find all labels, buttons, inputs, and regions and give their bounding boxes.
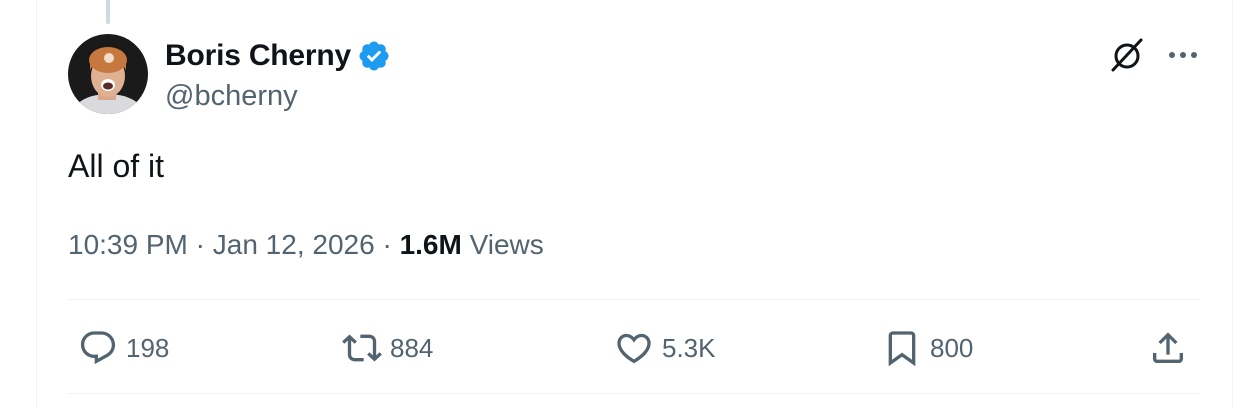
thread-connector-line: [106, 0, 110, 24]
share-button[interactable]: [1148, 322, 1188, 374]
post-metadata: 10:39 PM · Jan 12, 2026 · 1.6M Views: [68, 226, 544, 264]
bookmark-count: 800: [930, 333, 974, 363]
post-time[interactable]: 10:39 PM: [68, 229, 188, 260]
like-count: 5.3K: [662, 333, 716, 363]
like-button[interactable]: 5.3K: [614, 322, 716, 374]
reply-button[interactable]: 198: [78, 322, 169, 374]
author-name-row[interactable]: Boris Cherny: [165, 36, 391, 76]
repost-count: 884: [390, 333, 434, 363]
verified-badge-icon[interactable]: [357, 39, 391, 73]
post-text: All of it: [68, 148, 165, 184]
repost-button[interactable]: 884: [342, 322, 433, 374]
separator-dot: ·: [382, 229, 392, 260]
views-label: Views: [469, 229, 544, 260]
post-date[interactable]: Jan 12, 2026: [213, 229, 375, 260]
author-handle[interactable]: @bcherny: [165, 78, 298, 114]
author-display-name[interactable]: Boris Cherny: [165, 36, 351, 76]
bookmark-button[interactable]: 800: [882, 322, 973, 374]
timeline-border-left: [36, 0, 37, 408]
grok-icon[interactable]: [1108, 36, 1146, 74]
bookmark-icon: [888, 331, 916, 367]
reply-count: 198: [126, 333, 170, 363]
action-bar: 198 884 5.3K 800: [68, 322, 1200, 374]
heart-icon: [617, 333, 651, 364]
more-icon[interactable]: [1166, 40, 1200, 70]
repost-icon: [342, 334, 382, 362]
divider: [68, 299, 1200, 300]
separator-dot: ·: [195, 229, 205, 260]
avatar-image: [68, 34, 148, 114]
share-icon: [1153, 332, 1183, 363]
divider: [68, 393, 1200, 394]
views-count: 1.6M: [399, 229, 462, 260]
reply-icon: [80, 331, 116, 365]
avatar[interactable]: [68, 34, 148, 114]
timeline-border-right: [1232, 0, 1233, 408]
